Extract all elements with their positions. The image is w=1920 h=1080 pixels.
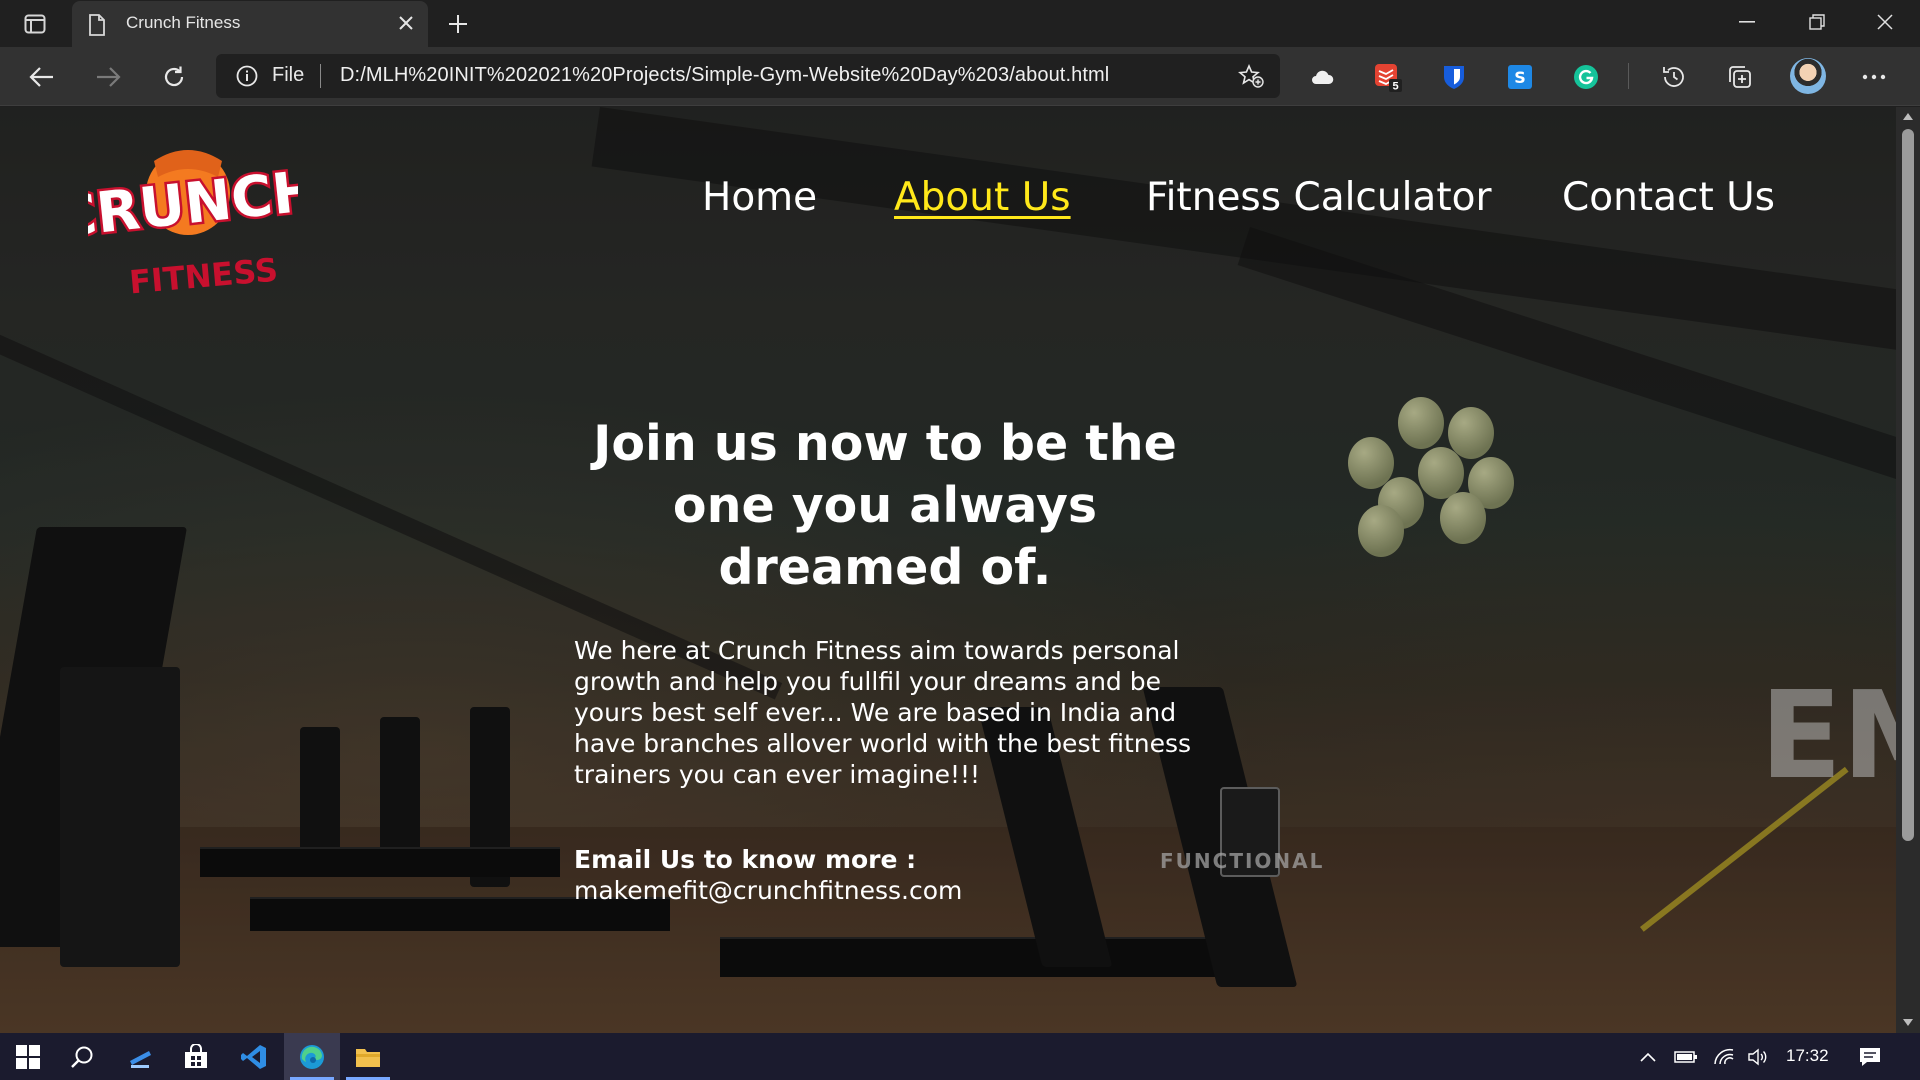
start-windows-icon[interactable] xyxy=(0,1033,56,1080)
notifications-icon[interactable] xyxy=(1858,1045,1882,1069)
refresh-icon[interactable] xyxy=(158,61,190,93)
task-manager-icon[interactable] xyxy=(112,1033,168,1080)
wifi-icon[interactable] xyxy=(1712,1045,1736,1069)
nav-fitness-calculator[interactable]: Fitness Calculator xyxy=(1146,175,1492,220)
hero-title: Join us now to be the one you always dre… xyxy=(593,415,1177,596)
scroll-up-icon[interactable] xyxy=(1903,113,1913,120)
taskbar-clock[interactable]: 17:32 xyxy=(1786,1046,1829,1066)
tab-crunch-fitness[interactable]: Crunch Fitness xyxy=(72,1,428,47)
more-options-icon[interactable] xyxy=(1858,61,1890,93)
toolbar-divider xyxy=(1628,63,1629,89)
logo-fitness-text: FITNESS xyxy=(128,251,280,301)
vscode-icon[interactable] xyxy=(226,1033,282,1080)
url-text[interactable]: D:/MLH%20INIT%202021%20Projects/Simple-G… xyxy=(340,64,1109,87)
close-tab-icon[interactable] xyxy=(398,15,414,31)
hero-description: We here at Crunch Fitness aim towards pe… xyxy=(574,636,1192,789)
browser-toolbar: File D:/MLH%20INIT%202021%20Projects/Sim… xyxy=(0,47,1920,106)
close-window-icon[interactable] xyxy=(1862,8,1908,36)
nav-home[interactable]: Home xyxy=(702,175,817,220)
address-bar[interactable]: File D:/MLH%20INIT%202021%20Projects/Sim… xyxy=(216,54,1280,98)
tab-title: Crunch Fitness xyxy=(126,13,241,32)
logo-crunch-text: CRUNCH xyxy=(88,158,298,250)
email-label: Email Us to know more : xyxy=(574,845,917,874)
svg-text:S: S xyxy=(1514,68,1526,87)
collections-icon[interactable] xyxy=(1724,61,1756,93)
grammarly-extension-icon[interactable] xyxy=(1570,61,1602,93)
scheme-label: File xyxy=(272,64,305,86)
edge-browser-icon[interactable] xyxy=(284,1033,340,1080)
add-favorite-icon[interactable] xyxy=(1238,64,1264,88)
todoist-extension-icon[interactable]: 5 xyxy=(1372,61,1404,93)
email-address[interactable]: makemefit@crunchfitness.com xyxy=(574,876,962,905)
page-icon xyxy=(88,14,106,36)
forward-arrow-icon[interactable] xyxy=(92,61,124,93)
search-icon[interactable] xyxy=(54,1033,110,1080)
crunch-fitness-logo[interactable]: CRUNCH FITNESS xyxy=(88,131,298,301)
bitwarden-extension-icon[interactable] xyxy=(1438,61,1470,93)
page-viewport: EM FUNCTIONAL CRUNCH FITNESS Home About … xyxy=(0,107,1896,1033)
windows-taskbar: 17:32 xyxy=(0,1033,1920,1080)
address-divider xyxy=(320,64,321,88)
tab-actions-icon[interactable] xyxy=(18,10,52,38)
store-icon[interactable] xyxy=(168,1033,224,1080)
info-icon[interactable] xyxy=(236,65,258,87)
chevron-up-icon[interactable] xyxy=(1636,1045,1660,1069)
history-icon[interactable] xyxy=(1658,61,1690,93)
volume-icon[interactable] xyxy=(1746,1045,1770,1069)
cloud-extension-icon[interactable] xyxy=(1306,61,1338,93)
scroll-down-icon[interactable] xyxy=(1903,1019,1913,1026)
battery-icon[interactable] xyxy=(1674,1045,1698,1069)
minimize-icon[interactable] xyxy=(1724,8,1770,36)
page-scrollbar[interactable] xyxy=(1896,107,1920,1033)
skype-extension-icon[interactable]: S xyxy=(1504,61,1536,93)
back-arrow-icon[interactable] xyxy=(26,61,58,93)
nav-about-us[interactable]: About Us xyxy=(894,175,1071,220)
restore-icon[interactable] xyxy=(1794,8,1840,36)
extension-badge: 5 xyxy=(1392,81,1398,93)
file-explorer-icon[interactable] xyxy=(340,1033,396,1080)
new-tab-icon[interactable] xyxy=(444,10,472,38)
scrollbar-thumb[interactable] xyxy=(1902,129,1914,841)
nav-contact-us[interactable]: Contact Us xyxy=(1562,175,1775,220)
profile-avatar[interactable] xyxy=(1790,58,1826,94)
browser-tabstrip: Crunch Fitness xyxy=(0,0,1920,47)
